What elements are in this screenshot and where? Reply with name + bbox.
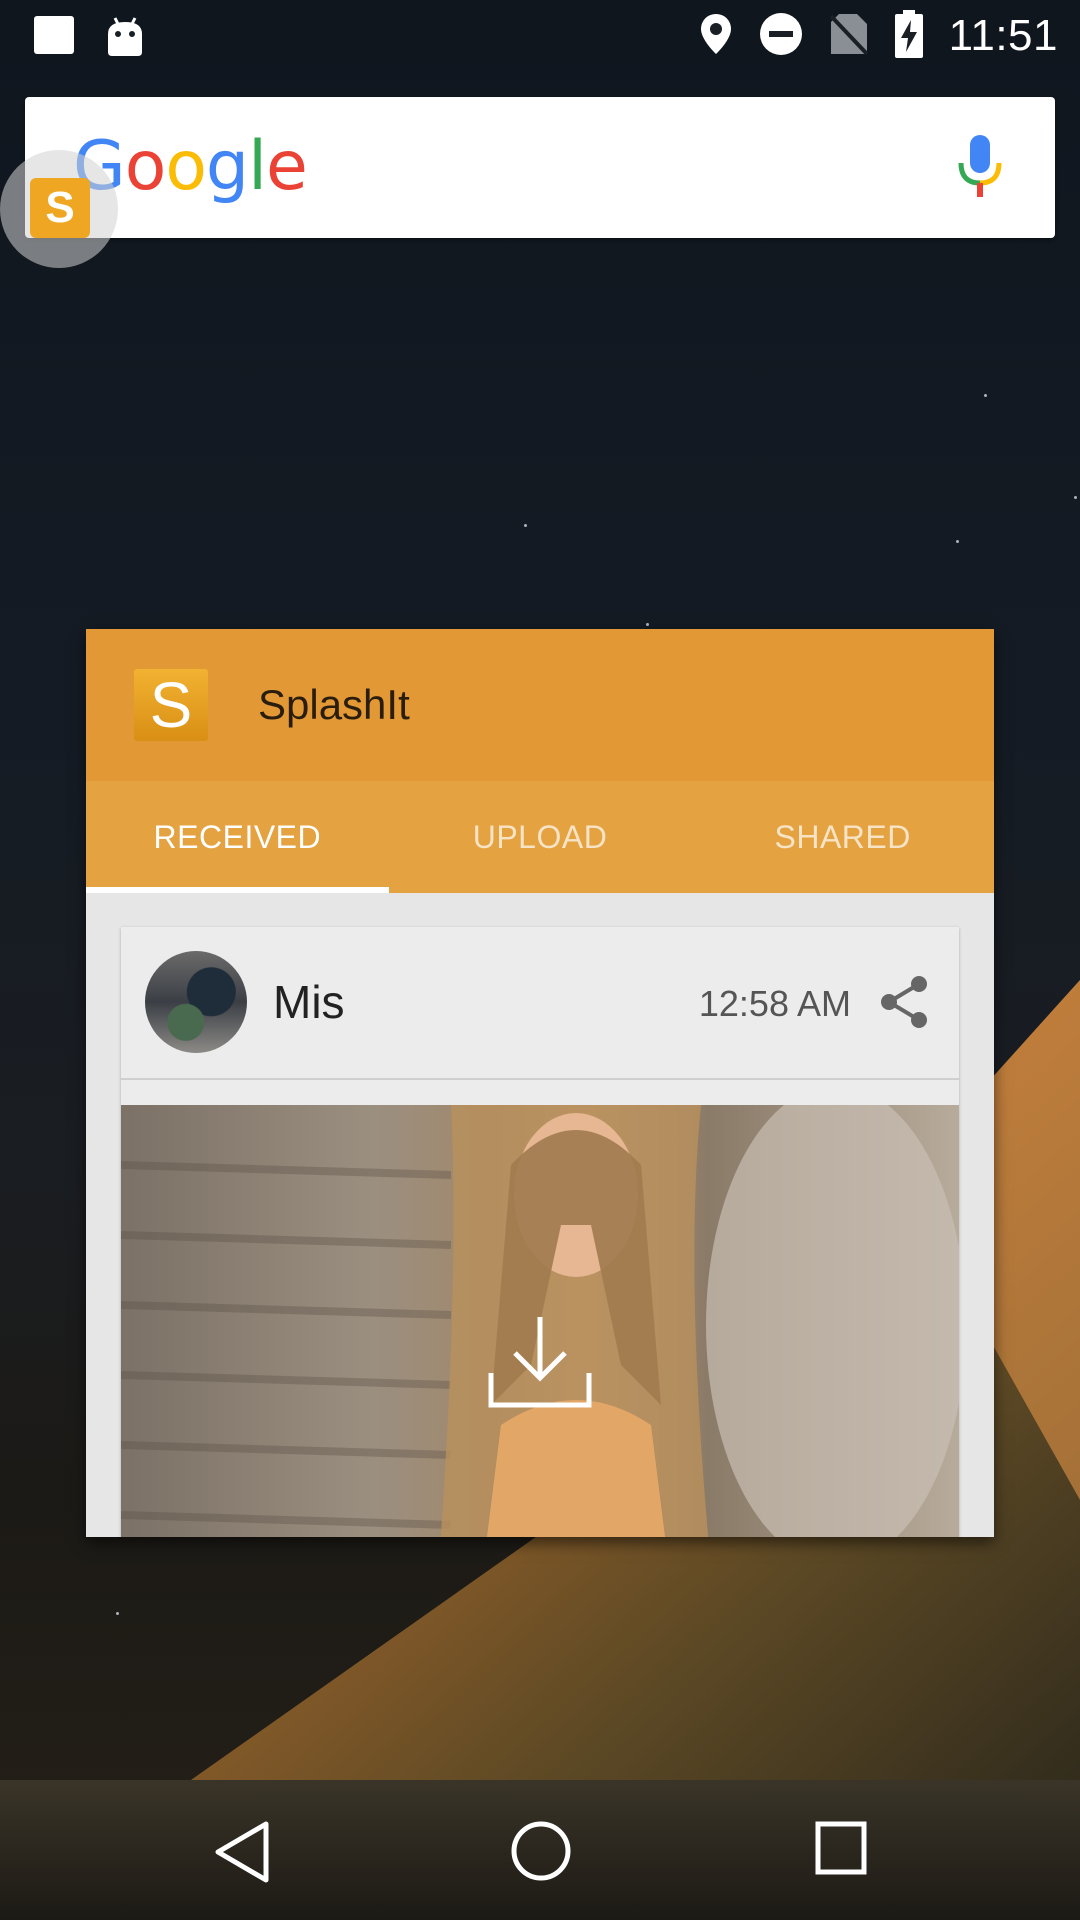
recent-app-card[interactable]: S SplashIt RECEIVED UPLOAD SHARED Mis 12… <box>86 629 994 1537</box>
post-username: Mis <box>273 976 345 1028</box>
notification-square-icon <box>34 16 74 54</box>
status-bar: 11:51 <box>0 0 1080 72</box>
post-card[interactable]: Mis 12:58 AM <box>121 927 959 1537</box>
no-sim-icon <box>829 12 869 61</box>
share-icon[interactable] <box>879 975 929 1034</box>
post-image[interactable] <box>121 1105 959 1537</box>
recents-icon[interactable] <box>814 1820 868 1881</box>
tab-received[interactable]: RECEIVED <box>86 781 389 893</box>
splashit-app-icon: S <box>134 669 208 741</box>
avatar[interactable] <box>145 951 247 1053</box>
navigation-bar <box>0 1792 1080 1920</box>
download-icon[interactable] <box>487 1315 593 1416</box>
status-time: 11:51 <box>948 11 1058 60</box>
back-icon[interactable] <box>212 1820 272 1889</box>
mic-icon[interactable] <box>957 135 1003 204</box>
do-not-disturb-icon <box>759 12 803 61</box>
android-icon <box>106 16 144 61</box>
google-search-bar[interactable]: Google <box>25 97 1055 238</box>
tab-shared[interactable]: SHARED <box>691 781 994 893</box>
location-icon <box>699 12 733 61</box>
app-title: SplashIt <box>258 681 410 728</box>
divider <box>121 1078 959 1080</box>
splashit-bubble-icon: S <box>30 178 90 238</box>
app-header: S SplashIt <box>86 629 994 781</box>
floating-app-bubble[interactable]: S <box>0 150 118 268</box>
home-icon[interactable] <box>510 1820 572 1887</box>
tab-upload[interactable]: UPLOAD <box>389 781 692 893</box>
tab-bar: RECEIVED UPLOAD SHARED <box>86 781 994 893</box>
battery-charging-icon <box>894 9 923 63</box>
post-time: 12:58 AM <box>698 983 851 1024</box>
